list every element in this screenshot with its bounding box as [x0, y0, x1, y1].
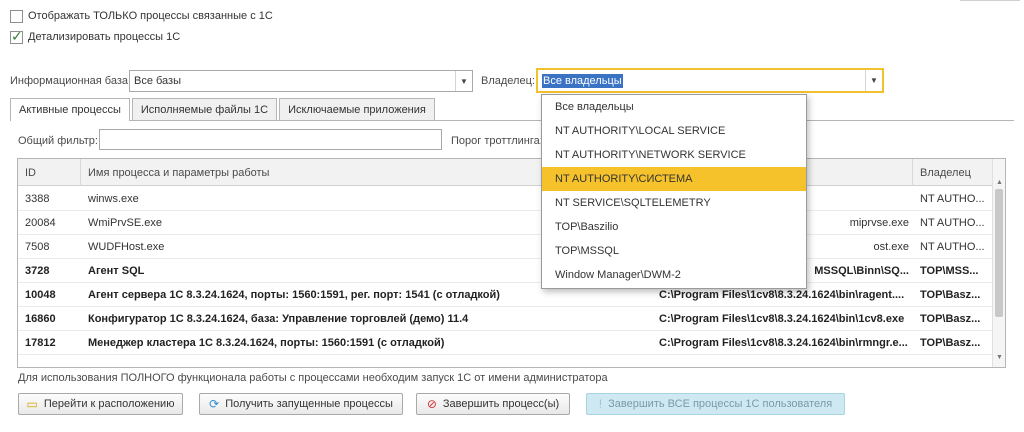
general-filter-label: Общий фильтр: [18, 135, 98, 147]
owner-option[interactable]: NT AUTHORITY\LOCAL SERVICE [542, 119, 806, 143]
owner-select[interactable]: Все владельцы ▼ [536, 68, 884, 93]
terminate-all-button[interactable]: ! Завершить ВСЕ процессы 1С пользователя [586, 393, 845, 415]
tab-active-processes[interactable]: Активные процессы [10, 98, 130, 121]
refresh-processes-label: Получить запущенные процессы [225, 398, 393, 410]
cell-owner: NT AUTHO... [920, 193, 985, 205]
general-filter-input[interactable] [99, 129, 442, 150]
warning-icon: ! [598, 397, 603, 411]
table-row[interactable]: 16860 Конфигуратор 1С 8.3.24.1624, база:… [18, 307, 993, 331]
owner-option[interactable]: TOP\Baszilio [542, 215, 806, 239]
chevron-down-icon[interactable]: ▼ [455, 71, 472, 91]
cell-id: 7508 [25, 241, 50, 253]
cell-owner: TOP\Basz... [920, 313, 981, 325]
infobase-select[interactable]: Все базы ▼ [129, 70, 473, 92]
owner-option-highlighted[interactable]: NT AUTHORITY\СИСТЕМА [542, 167, 806, 191]
cell-owner: NT AUTHO... [920, 241, 985, 253]
detail-checkbox[interactable]: ✓ [10, 27, 23, 44]
refresh-icon: ⟳ [209, 397, 220, 411]
table-row[interactable]: 20084 WmiPrvSE.exe miprvse.exe NT AUTHO.… [18, 211, 993, 235]
cell-id: 17812 [25, 337, 56, 349]
terminate-process-button[interactable]: ⊘ Завершить процесс(ы) [416, 393, 570, 415]
infobase-value: Все базы [134, 75, 182, 87]
cell-path: C:\Program Files\1cv8\8.3.24.1624\bin\rm… [659, 337, 908, 349]
table-row-partial [18, 355, 993, 367]
throttling-label: Порог троттлинга: [451, 135, 543, 147]
owner-option[interactable]: NT SERVICE\SQLTELEMETRY [542, 191, 806, 215]
owner-label: Владелец: [481, 75, 535, 87]
cell-owner: TOP\Basz... [920, 337, 981, 349]
detail-checkbox-row[interactable]: ✓ Детализировать процессы 1С [10, 27, 181, 45]
goto-location-label: Перейти к расположению [43, 398, 175, 410]
only-1c-label: Отображать ТОЛЬКО процессы связанные с 1… [28, 10, 273, 22]
stop-icon: ⊘ [426, 397, 437, 411]
cell-id: 3728 [25, 265, 50, 277]
owner-dropdown-list[interactable]: Все владельцы NT AUTHORITY\LOCAL SERVICE… [541, 94, 807, 289]
infobase-label: Информационная база: [10, 75, 132, 87]
tab-1c-executables[interactable]: Исполняемые файлы 1С [131, 98, 278, 120]
vertical-scrollbar[interactable]: ▲ ▼ [992, 159, 1005, 367]
table-row[interactable]: 10048 Агент сервера 1С 8.3.24.1624, порт… [18, 283, 993, 307]
detail-label: Детализировать процессы 1С [28, 31, 181, 43]
scroll-down-icon[interactable]: ▼ [993, 351, 1005, 363]
table-row[interactable]: 3388 winws.exe NT AUTHO... [18, 187, 993, 211]
top-divider [960, 0, 1020, 1]
cell-name: Конфигуратор 1С 8.3.24.1624, база: Управ… [88, 313, 469, 325]
owner-option[interactable]: TOP\MSSQL [542, 239, 806, 263]
table-row[interactable]: 3728 Агент SQL MSSQL\Binn\SQ... TOP\MSS.… [18, 259, 993, 283]
cell-owner: TOP\Basz... [920, 289, 981, 301]
owner-option[interactable]: NT AUTHORITY\NETWORK SERVICE [542, 143, 806, 167]
process-table[interactable]: ID Имя процесса и параметры работы Владе… [17, 158, 1006, 368]
table-row[interactable]: 7508 WUDFHost.exe ost.exe NT AUTHO... [18, 235, 993, 259]
scroll-thumb[interactable] [995, 189, 1003, 317]
cell-id: 3388 [25, 193, 50, 205]
scroll-up-icon[interactable]: ▲ [993, 176, 1005, 188]
column-id[interactable]: ID [18, 159, 81, 186]
owner-value[interactable]: Все владельцы [542, 73, 623, 88]
terminate-process-label: Завершить процесс(ы) [442, 398, 560, 410]
admin-hint: Для использования ПОЛНОГО функционала ра… [18, 372, 608, 384]
cell-path: C:\Program Files\1cv8\8.3.24.1624\bin\1c… [659, 313, 905, 325]
cell-name: Менеджер кластера 1С 8.3.24.1624, порты:… [88, 337, 445, 349]
table-header: ID Имя процесса и параметры работы Владе… [18, 159, 993, 186]
table-row[interactable]: 17812 Менеджер кластера 1С 8.3.24.1624, … [18, 331, 993, 355]
refresh-processes-button[interactable]: ⟳ Получить запущенные процессы [199, 393, 403, 415]
only-1c-checkbox[interactable] [10, 9, 23, 23]
cell-owner: NT AUTHO... [920, 217, 985, 229]
goto-location-button[interactable]: ▭ Перейти к расположению [18, 393, 183, 415]
cell-id: 20084 [25, 217, 56, 229]
cell-owner: TOP\MSS... [920, 265, 979, 277]
tab-bar: Активные процессы Исполняемые файлы 1С И… [10, 98, 437, 121]
only-1c-checkbox-row[interactable]: Отображать ТОЛЬКО процессы связанные с 1… [10, 8, 273, 24]
cell-id: 16860 [25, 313, 56, 325]
checkmark-icon: ✓ [11, 27, 23, 44]
owner-option[interactable]: Window Manager\DWM-2 [542, 263, 806, 287]
cell-id: 10048 [25, 289, 56, 301]
chevron-down-icon[interactable]: ▼ [865, 70, 882, 91]
terminate-all-label: Завершить ВСЕ процессы 1С пользователя [608, 398, 833, 410]
owner-option[interactable]: Все владельцы [542, 95, 806, 119]
tab-excluded-apps[interactable]: Исключаемые приложения [279, 98, 435, 120]
folder-icon: ▭ [26, 397, 38, 411]
column-owner[interactable]: Владелец [913, 159, 993, 186]
